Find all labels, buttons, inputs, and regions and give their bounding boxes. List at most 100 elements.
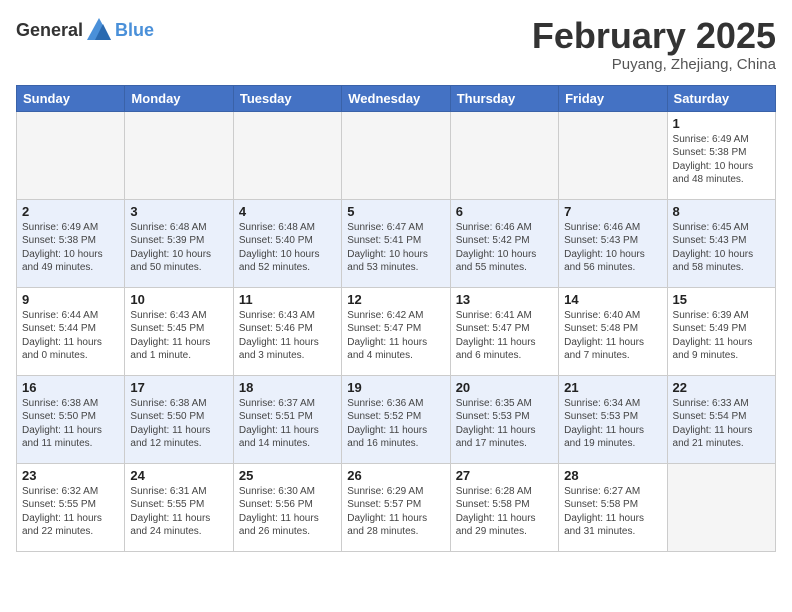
day-number: 17 xyxy=(130,380,227,395)
day-number: 7 xyxy=(564,204,661,219)
calendar-cell: 26 Sunrise: 6:29 AM Sunset: 5:57 PM Dayli… xyxy=(342,463,450,551)
logo-blue-text: Blue xyxy=(115,20,154,41)
calendar-cell xyxy=(450,111,558,199)
calendar-cell: 13 Sunrise: 6:41 AM Sunset: 5:47 PM Dayli… xyxy=(450,287,558,375)
calendar-cell: 16 Sunrise: 6:38 AM Sunset: 5:50 PM Dayli… xyxy=(17,375,125,463)
day-number: 20 xyxy=(456,380,553,395)
calendar-cell: 15 Sunrise: 6:39 AM Sunset: 5:49 PM Dayli… xyxy=(667,287,775,375)
day-info: Sunrise: 6:32 AM Sunset: 5:55 PM Dayligh… xyxy=(22,485,119,539)
calendar-cell: 24 Sunrise: 6:31 AM Sunset: 5:55 PM Dayli… xyxy=(125,463,233,551)
calendar-cell xyxy=(125,111,233,199)
calendar-week-row: 23 Sunrise: 6:32 AM Sunset: 5:55 PM Dayli… xyxy=(17,463,776,551)
calendar-cell xyxy=(233,111,341,199)
calendar-cell xyxy=(667,463,775,551)
calendar-cell: 1Sunrise: 6:49 AM Sunset: 5:38 PM Daylig… xyxy=(667,111,775,199)
day-number: 27 xyxy=(456,468,553,483)
calendar-cell: 6 Sunrise: 6:46 AM Sunset: 5:42 PM Daylig… xyxy=(450,199,558,287)
day-number: 14 xyxy=(564,292,661,307)
day-number: 23 xyxy=(22,468,119,483)
calendar-cell: 20Sunrise: 6:35 AM Sunset: 5:53 PM Dayli… xyxy=(450,375,558,463)
day-info: Sunrise: 6:33 AM Sunset: 5:54 PM Dayligh… xyxy=(673,397,770,451)
title-area: February 2025 Puyang, Zhejiang, China xyxy=(532,16,776,73)
day-info: Sunrise: 6:29 AM Sunset: 5:57 PM Dayligh… xyxy=(347,485,444,539)
day-number: 26 xyxy=(347,468,444,483)
day-number: 13 xyxy=(456,292,553,307)
day-info: Sunrise: 6:27 AM Sunset: 5:58 PM Dayligh… xyxy=(564,485,661,539)
weekday-header-sunday: Sunday xyxy=(17,85,125,111)
calendar-week-row: 1Sunrise: 6:49 AM Sunset: 5:38 PM Daylig… xyxy=(17,111,776,199)
day-number: 5 xyxy=(347,204,444,219)
calendar-cell: 18Sunrise: 6:37 AM Sunset: 5:51 PM Dayli… xyxy=(233,375,341,463)
weekday-header-friday: Friday xyxy=(559,85,667,111)
logo-icon xyxy=(85,16,113,44)
calendar-cell: 25Sunrise: 6:30 AM Sunset: 5:56 PM Dayli… xyxy=(233,463,341,551)
day-number: 12 xyxy=(347,292,444,307)
calendar-cell: 2 Sunrise: 6:49 AM Sunset: 5:38 PM Daylig… xyxy=(17,199,125,287)
day-info: Sunrise: 6:45 AM Sunset: 5:43 PM Dayligh… xyxy=(673,221,770,275)
day-info: Sunrise: 6:41 AM Sunset: 5:47 PM Dayligh… xyxy=(456,309,553,363)
calendar-cell: 4 Sunrise: 6:48 AM Sunset: 5:40 PM Daylig… xyxy=(233,199,341,287)
day-info: Sunrise: 6:48 AM Sunset: 5:39 PM Dayligh… xyxy=(130,221,227,275)
weekday-header-saturday: Saturday xyxy=(667,85,775,111)
day-info: Sunrise: 6:43 AM Sunset: 5:46 PM Dayligh… xyxy=(239,309,336,363)
day-number: 16 xyxy=(22,380,119,395)
day-number: 1 xyxy=(673,116,770,131)
day-info: Sunrise: 6:44 AM Sunset: 5:44 PM Dayligh… xyxy=(22,309,119,363)
day-info: Sunrise: 6:46 AM Sunset: 5:42 PM Dayligh… xyxy=(456,221,553,275)
calendar-cell: 23 Sunrise: 6:32 AM Sunset: 5:55 PM Dayli… xyxy=(17,463,125,551)
calendar-cell: 27 Sunrise: 6:28 AM Sunset: 5:58 PM Dayli… xyxy=(450,463,558,551)
day-number: 18 xyxy=(239,380,336,395)
calendar-cell xyxy=(559,111,667,199)
day-info: Sunrise: 6:31 AM Sunset: 5:55 PM Dayligh… xyxy=(130,485,227,539)
calendar-cell: 11 Sunrise: 6:43 AM Sunset: 5:46 PM Dayli… xyxy=(233,287,341,375)
calendar-cell: 19Sunrise: 6:36 AM Sunset: 5:52 PM Dayli… xyxy=(342,375,450,463)
day-info: Sunrise: 6:42 AM Sunset: 5:47 PM Dayligh… xyxy=(347,309,444,363)
weekday-header-wednesday: Wednesday xyxy=(342,85,450,111)
calendar-cell xyxy=(17,111,125,199)
calendar-cell: 28 Sunrise: 6:27 AM Sunset: 5:58 PM Dayli… xyxy=(559,463,667,551)
day-number: 2 xyxy=(22,204,119,219)
weekday-header-thursday: Thursday xyxy=(450,85,558,111)
day-number: 28 xyxy=(564,468,661,483)
day-number: 19 xyxy=(347,380,444,395)
calendar-cell: 10 Sunrise: 6:43 AM Sunset: 5:45 PM Dayli… xyxy=(125,287,233,375)
day-number: 25 xyxy=(239,468,336,483)
day-number: 15 xyxy=(673,292,770,307)
day-number: 22 xyxy=(673,380,770,395)
calendar-cell: 9 Sunrise: 6:44 AM Sunset: 5:44 PM Daylig… xyxy=(17,287,125,375)
calendar-cell: 22 Sunrise: 6:33 AM Sunset: 5:54 PM Dayli… xyxy=(667,375,775,463)
day-number: 11 xyxy=(239,292,336,307)
calendar-week-row: 2 Sunrise: 6:49 AM Sunset: 5:38 PM Daylig… xyxy=(17,199,776,287)
day-number: 10 xyxy=(130,292,227,307)
day-info: Sunrise: 6:46 AM Sunset: 5:43 PM Dayligh… xyxy=(564,221,661,275)
calendar-cell: 8 Sunrise: 6:45 AM Sunset: 5:43 PM Daylig… xyxy=(667,199,775,287)
location-subtitle: Puyang, Zhejiang, China xyxy=(532,56,776,73)
weekday-header-monday: Monday xyxy=(125,85,233,111)
day-number: 6 xyxy=(456,204,553,219)
day-info: Sunrise: 6:49 AM Sunset: 5:38 PM Dayligh… xyxy=(22,221,119,275)
day-info: Sunrise: 6:48 AM Sunset: 5:40 PM Dayligh… xyxy=(239,221,336,275)
weekday-header-tuesday: Tuesday xyxy=(233,85,341,111)
day-info: Sunrise: 6:47 AM Sunset: 5:41 PM Dayligh… xyxy=(347,221,444,275)
calendar-cell: 5 Sunrise: 6:47 AM Sunset: 5:41 PM Daylig… xyxy=(342,199,450,287)
calendar-week-row: 16 Sunrise: 6:38 AM Sunset: 5:50 PM Dayli… xyxy=(17,375,776,463)
day-info: Sunrise: 6:28 AM Sunset: 5:58 PM Dayligh… xyxy=(456,485,553,539)
calendar-cell: 17Sunrise: 6:38 AM Sunset: 5:50 PM Dayli… xyxy=(125,375,233,463)
day-number: 8 xyxy=(673,204,770,219)
calendar-cell xyxy=(342,111,450,199)
day-info: Sunrise: 6:38 AM Sunset: 5:50 PM Dayligh… xyxy=(22,397,119,451)
day-info: Sunrise: 6:34 AM Sunset: 5:53 PM Dayligh… xyxy=(564,397,661,451)
month-title: February 2025 xyxy=(532,16,776,56)
logo-general-text: General xyxy=(16,20,83,41)
day-number: 3 xyxy=(130,204,227,219)
calendar-cell: 7 Sunrise: 6:46 AM Sunset: 5:43 PM Daylig… xyxy=(559,199,667,287)
day-number: 24 xyxy=(130,468,227,483)
day-info: Sunrise: 6:40 AM Sunset: 5:48 PM Dayligh… xyxy=(564,309,661,363)
day-info: Sunrise: 6:43 AM Sunset: 5:45 PM Dayligh… xyxy=(130,309,227,363)
day-number: 21 xyxy=(564,380,661,395)
day-number: 4 xyxy=(239,204,336,219)
calendar-week-row: 9 Sunrise: 6:44 AM Sunset: 5:44 PM Daylig… xyxy=(17,287,776,375)
calendar-header-row: SundayMondayTuesdayWednesdayThursdayFrid… xyxy=(17,85,776,111)
day-number: 9 xyxy=(22,292,119,307)
day-info: Sunrise: 6:39 AM Sunset: 5:49 PM Dayligh… xyxy=(673,309,770,363)
